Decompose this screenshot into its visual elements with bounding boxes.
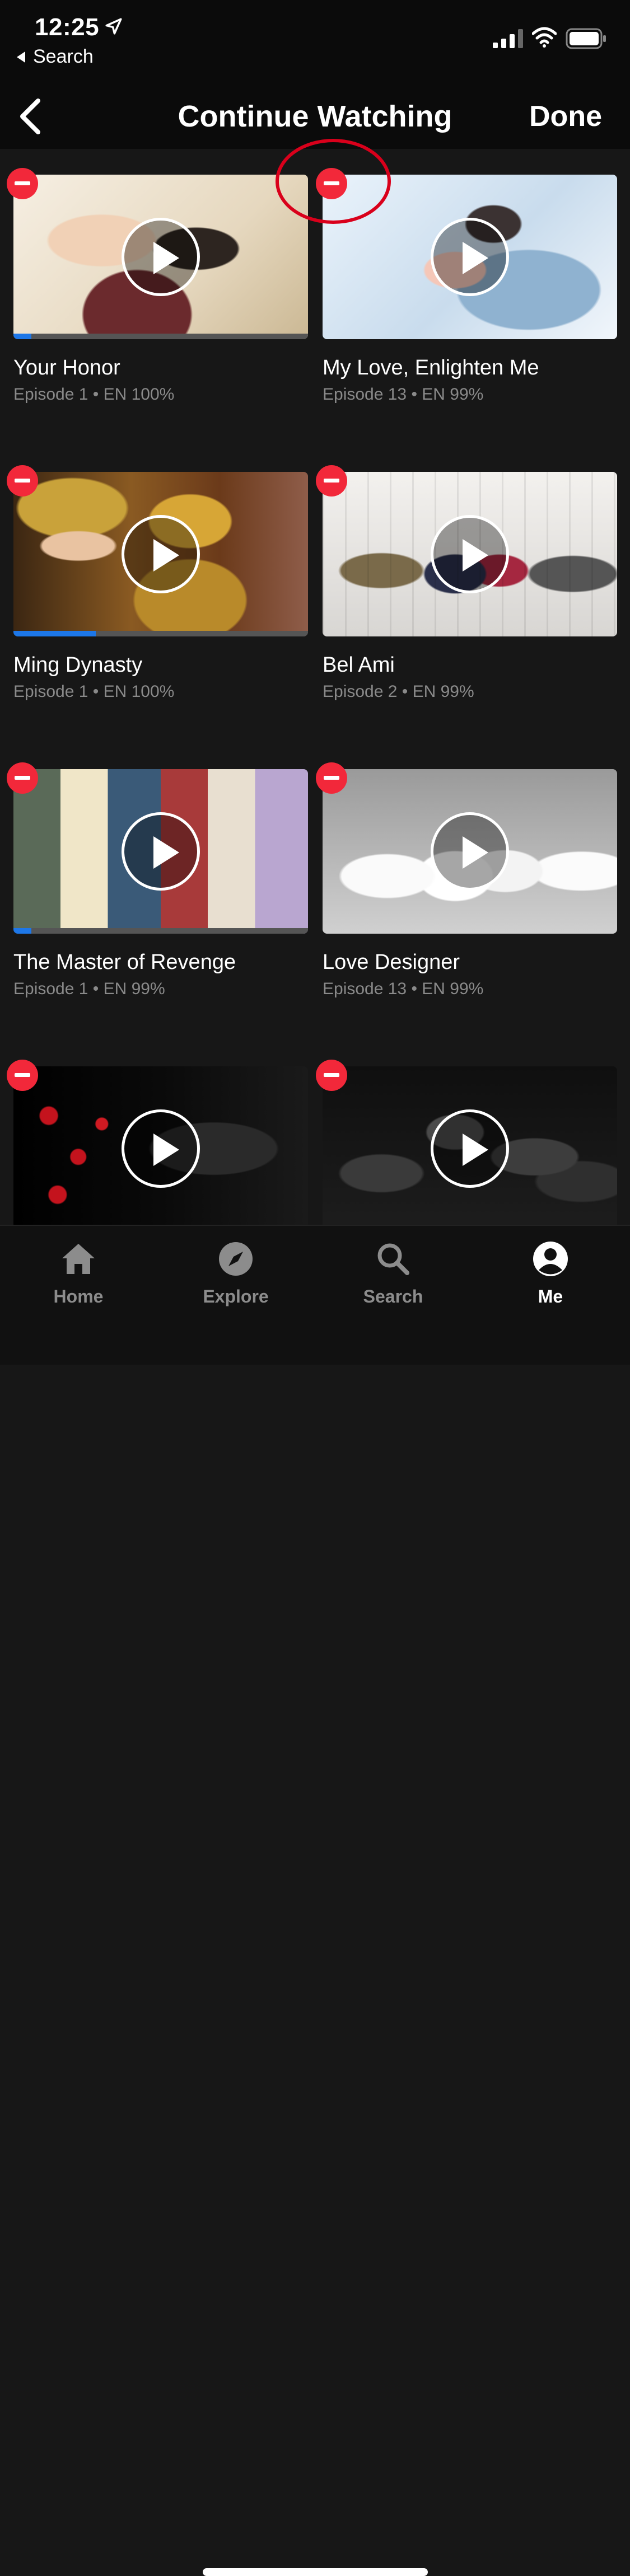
progress-bar	[13, 928, 308, 934]
tab-search[interactable]: Search	[337, 1239, 449, 1307]
poster-thumbnail[interactable]	[323, 472, 617, 636]
poster-thumbnail[interactable]	[323, 1066, 617, 1231]
play-icon[interactable]	[431, 515, 509, 593]
remove-button[interactable]	[7, 168, 38, 199]
play-icon[interactable]	[431, 812, 509, 891]
item-subtitle: Episode 1 • EN 100%	[13, 385, 175, 404]
status-bar: 12:25 Search	[0, 0, 630, 84]
item-title: Love Designer	[323, 950, 460, 974]
continue-watching-item[interactable]: Love Designer Episode 13 • EN 99%	[316, 762, 617, 1000]
remove-button[interactable]	[316, 1060, 347, 1091]
play-icon[interactable]	[431, 218, 509, 296]
poster-thumbnail[interactable]	[323, 769, 617, 934]
profile-icon	[533, 1242, 568, 1276]
progress-bar	[13, 334, 308, 339]
tab-home[interactable]: Home	[22, 1239, 134, 1307]
item-title: Bel Ami	[323, 653, 395, 677]
home-indicator[interactable]	[203, 2568, 428, 2576]
tab-bar: Home Explore Search Me	[0, 1225, 630, 2576]
battery-icon	[566, 28, 606, 49]
location-arrow-icon	[105, 18, 122, 35]
poster-thumbnail[interactable]	[13, 472, 308, 636]
poster-thumbnail[interactable]	[13, 1066, 308, 1231]
remove-button[interactable]	[316, 762, 347, 794]
item-title: My Love, Enlighten Me	[323, 356, 539, 380]
tab-label: Explore	[203, 1286, 269, 1306]
remove-button[interactable]	[7, 762, 38, 794]
continue-watching-item[interactable]	[7, 1060, 308, 1231]
poster-thumbnail[interactable]	[13, 769, 308, 934]
continue-watching-item[interactable]	[316, 1060, 617, 1231]
remove-button[interactable]	[7, 1060, 38, 1091]
navigation-bar: Continue Watching Done	[0, 84, 630, 149]
remove-button[interactable]	[316, 465, 347, 497]
play-icon[interactable]	[122, 218, 200, 296]
status-time: 12:25	[35, 13, 100, 41]
progress-bar	[13, 631, 308, 636]
back-triangle-icon	[17, 51, 25, 63]
item-subtitle: Episode 2 • EN 99%	[323, 682, 474, 701]
tab-explore[interactable]: Explore	[180, 1239, 292, 1307]
item-subtitle: Episode 13 • EN 99%	[323, 980, 484, 998]
continue-watching-item[interactable]: Ming Dynasty Episode 1 • EN 100%	[7, 465, 308, 702]
back-app-label: Search	[33, 46, 94, 67]
play-icon[interactable]	[122, 515, 200, 593]
annotation-circle	[276, 139, 391, 224]
wifi-icon	[532, 27, 557, 48]
play-icon[interactable]	[122, 1109, 200, 1188]
item-title: Ming Dynasty	[13, 653, 143, 677]
search-icon	[377, 1243, 409, 1275]
item-subtitle: Episode 13 • EN 99%	[323, 385, 484, 404]
done-button[interactable]: Done	[529, 94, 602, 139]
cellular-signal-icon	[493, 29, 523, 48]
item-subtitle: Episode 1 • EN 100%	[13, 682, 175, 701]
item-subtitle: Episode 1 • EN 99%	[13, 980, 165, 998]
item-title: Your Honor	[13, 356, 120, 380]
play-icon[interactable]	[431, 1109, 509, 1188]
item-title: The Master of Revenge	[13, 950, 236, 974]
continue-watching-item[interactable]: The Master of Revenge Episode 1 • EN 99%	[7, 762, 308, 1000]
continue-watching-item[interactable]: Your Honor Episode 1 • EN 100%	[7, 168, 308, 405]
tab-label: Me	[538, 1286, 563, 1306]
continue-watching-item[interactable]: Bel Ami Episode 2 • EN 99%	[316, 465, 617, 702]
tab-me[interactable]: Me	[494, 1239, 606, 1307]
remove-button[interactable]	[7, 465, 38, 497]
tab-label: Search	[363, 1286, 423, 1306]
poster-thumbnail[interactable]	[13, 175, 308, 339]
home-icon	[62, 1244, 95, 1274]
play-icon[interactable]	[122, 812, 200, 891]
compass-icon	[219, 1242, 253, 1276]
back-to-app-link[interactable]: Search	[17, 46, 94, 68]
tab-label: Home	[53, 1286, 104, 1306]
